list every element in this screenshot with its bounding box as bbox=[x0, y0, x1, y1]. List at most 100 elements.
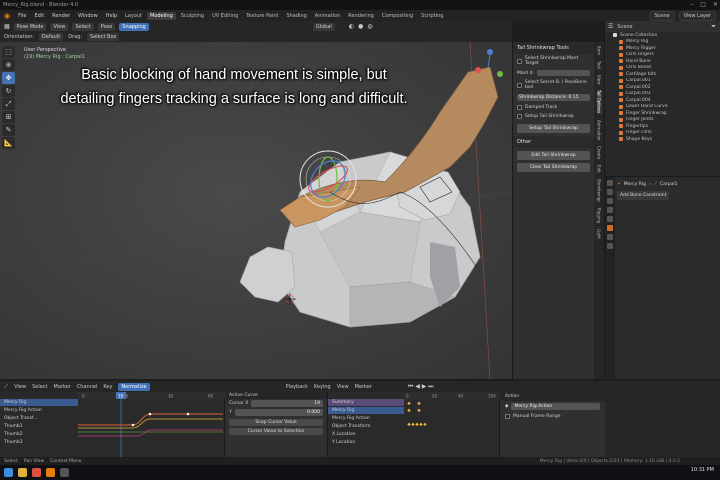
transform-tool-icon[interactable]: ⊞ bbox=[2, 111, 15, 123]
dope-channel[interactable]: Mercy Rig bbox=[328, 407, 404, 414]
checkbox-icon[interactable] bbox=[517, 82, 522, 88]
keying-menu[interactable]: Keying bbox=[314, 384, 331, 390]
tab-rendering[interactable]: Rendering bbox=[345, 12, 377, 20]
graph-channel[interactable]: Object Transf... bbox=[0, 415, 78, 422]
cursor-x-field[interactable]: 19 bbox=[251, 400, 323, 407]
snapping-toggle[interactable]: Snapping bbox=[119, 22, 149, 31]
shading-solid-icon[interactable]: ● bbox=[358, 23, 363, 30]
checkbox-icon[interactable] bbox=[517, 105, 522, 110]
tool-tab-icon[interactable] bbox=[607, 180, 613, 186]
manual-range-row[interactable]: Manual Frame Range bbox=[500, 412, 605, 421]
dope-sheet[interactable]: Summary Mercy Rig Mercy Rig Action Object T… bbox=[328, 392, 500, 457]
mode-dropdown[interactable]: Pose Mode bbox=[13, 22, 47, 31]
scale-tool-icon[interactable]: ⤢ bbox=[2, 98, 15, 110]
tab-tail-options[interactable]: Tail Options bbox=[596, 90, 602, 114]
drag-dropdown[interactable]: Select Box bbox=[87, 33, 120, 41]
menu-view[interactable]: View bbox=[14, 384, 26, 390]
tab-modeling[interactable]: Modeling bbox=[147, 11, 176, 20]
playback-menu[interactable]: Playback bbox=[286, 384, 308, 390]
menu-help[interactable]: Help bbox=[106, 13, 117, 19]
cursor-to-selection-button[interactable]: Cursor Value to Selection bbox=[229, 428, 323, 435]
npanel-row-select-bone[interactable]: Select Secret B. / PoseBone tool bbox=[513, 78, 594, 92]
dope-keyframes[interactable]: 0 20 40 100 bbox=[404, 392, 500, 457]
shading-material-icon[interactable]: ◍ bbox=[367, 23, 372, 30]
clear-shrinkwrap-button[interactable]: Clear Tail Shrinkwrap bbox=[517, 163, 590, 172]
scene-selector[interactable]: Scene bbox=[649, 11, 675, 21]
tab-texture-paint[interactable]: Texture Paint bbox=[243, 12, 281, 20]
graph-channel[interactable]: Thumb2 bbox=[0, 431, 78, 438]
explorer-icon[interactable] bbox=[18, 468, 27, 477]
move-tool-icon[interactable]: ✥ bbox=[2, 72, 15, 84]
checkbox-icon[interactable] bbox=[517, 58, 522, 64]
object-tab-icon[interactable] bbox=[607, 216, 613, 222]
view-menu-2[interactable]: View bbox=[337, 384, 349, 390]
menu-key[interactable]: Key bbox=[103, 384, 112, 390]
dope-channel[interactable]: Mercy Rig Action bbox=[328, 415, 404, 422]
graph-curves[interactable]: 0 16 30 60 19 bbox=[78, 392, 225, 457]
view-menu[interactable]: View bbox=[50, 22, 69, 31]
action-name-field[interactable]: Mercy Rig Action bbox=[511, 403, 600, 410]
graph-channel[interactable]: Mercy Rig Action bbox=[0, 407, 78, 414]
graph-editor-icon[interactable]: ⟋ bbox=[4, 383, 8, 391]
checkbox-icon[interactable] bbox=[505, 414, 510, 419]
marker-menu-2[interactable]: Marker bbox=[355, 384, 372, 390]
dope-channel[interactable]: X Location bbox=[328, 431, 404, 438]
snap-cursor-value-button[interactable]: Snap Cursor Value bbox=[229, 419, 323, 426]
select-box-tool-icon[interactable]: ⬚ bbox=[2, 46, 15, 58]
tab-compositing[interactable]: Compositing bbox=[379, 12, 416, 20]
close-icon[interactable]: ✕ bbox=[713, 1, 718, 8]
browser-icon[interactable] bbox=[32, 468, 41, 477]
dope-channel[interactable]: Summary bbox=[328, 399, 404, 406]
active-curve-label[interactable]: Active Curve bbox=[229, 393, 258, 398]
tab-shading[interactable]: Shading bbox=[283, 12, 309, 20]
output-tab-icon[interactable] bbox=[607, 198, 613, 204]
filter-icon[interactable]: ⏷ bbox=[711, 23, 716, 31]
constraint-tab-icon[interactable] bbox=[607, 234, 613, 240]
scene-tab-icon[interactable] bbox=[607, 207, 613, 213]
terminal-icon[interactable] bbox=[60, 468, 69, 477]
edit-shrinkwrap-button[interactable]: Edit Tail Shrinkwrap bbox=[517, 151, 590, 160]
data-tab-icon[interactable] bbox=[607, 243, 613, 249]
tab-layout[interactable]: Layout bbox=[122, 12, 145, 20]
action-header[interactable]: Action bbox=[500, 392, 605, 401]
graph-channel[interactable]: Thumb1 bbox=[0, 423, 78, 430]
menu-select[interactable]: Select bbox=[32, 384, 47, 390]
outliner-icon[interactable]: ☰ bbox=[608, 23, 613, 30]
windows-start-icon[interactable] bbox=[4, 468, 13, 477]
select-menu[interactable]: Select bbox=[72, 22, 94, 31]
menu-window[interactable]: Window bbox=[78, 13, 98, 19]
cursor-tool-icon[interactable]: ⊕ bbox=[2, 59, 15, 71]
tab-edit[interactable]: Edit bbox=[597, 165, 602, 173]
shrinkwrap-distance-field[interactable]: Shrinkwrap Distance: 0.15 bbox=[517, 94, 590, 101]
pose-menu[interactable]: Pose bbox=[97, 22, 116, 31]
tab-shrinkwrap[interactable]: Shrinkwrap bbox=[597, 179, 602, 202]
annotate-tool-icon[interactable]: ✎ bbox=[2, 124, 15, 136]
tab-rigging[interactable]: Rigging bbox=[597, 208, 602, 223]
npanel-header[interactable]: Tail Shrinkwrap Tools bbox=[513, 42, 594, 54]
view-layer-selector[interactable]: View Layer bbox=[678, 11, 716, 21]
transform-orientation-dropdown[interactable]: Global bbox=[312, 22, 335, 31]
tab-scripting[interactable]: Scripting bbox=[418, 12, 446, 20]
tab-item[interactable]: Item bbox=[597, 46, 602, 55]
npanel-row-select-target[interactable]: Select Shrinkwrap Mant Target bbox=[513, 54, 594, 68]
tab-light[interactable]: Light bbox=[597, 229, 602, 239]
maximize-icon[interactable]: □ bbox=[700, 1, 706, 8]
menu-edit[interactable]: Edit bbox=[34, 13, 44, 19]
bone-tab-icon[interactable] bbox=[607, 225, 613, 231]
tab-tool[interactable]: Tool bbox=[597, 61, 602, 69]
editor-type-icon[interactable]: ▦ bbox=[4, 23, 10, 30]
dope-channel[interactable]: Object Transform bbox=[328, 423, 404, 430]
graph-channel[interactable]: Thumb3 bbox=[0, 439, 78, 446]
tab-uv-editing[interactable]: UV Editing bbox=[209, 12, 241, 20]
rotate-tool-icon[interactable]: ↻ bbox=[2, 85, 15, 97]
tab-animation[interactable]: Animation bbox=[597, 120, 602, 140]
normalize-toggle[interactable]: Normalize bbox=[118, 382, 150, 391]
overlay-icon[interactable]: ◐ bbox=[349, 23, 354, 30]
setup-shrinkwrap-button[interactable]: Setup Tail Shrinkwrap bbox=[517, 124, 590, 133]
render-tab-icon[interactable] bbox=[607, 189, 613, 195]
tab-sculpting[interactable]: Sculpting bbox=[178, 12, 207, 20]
minimize-icon[interactable]: – bbox=[690, 1, 693, 8]
add-bone-constraint-button[interactable]: Add Bone Constraint bbox=[617, 191, 670, 200]
measure-tool-icon[interactable]: 📐 bbox=[2, 137, 15, 149]
npanel-row-setup[interactable]: Setup Tail Shrinkwrap bbox=[513, 112, 594, 121]
